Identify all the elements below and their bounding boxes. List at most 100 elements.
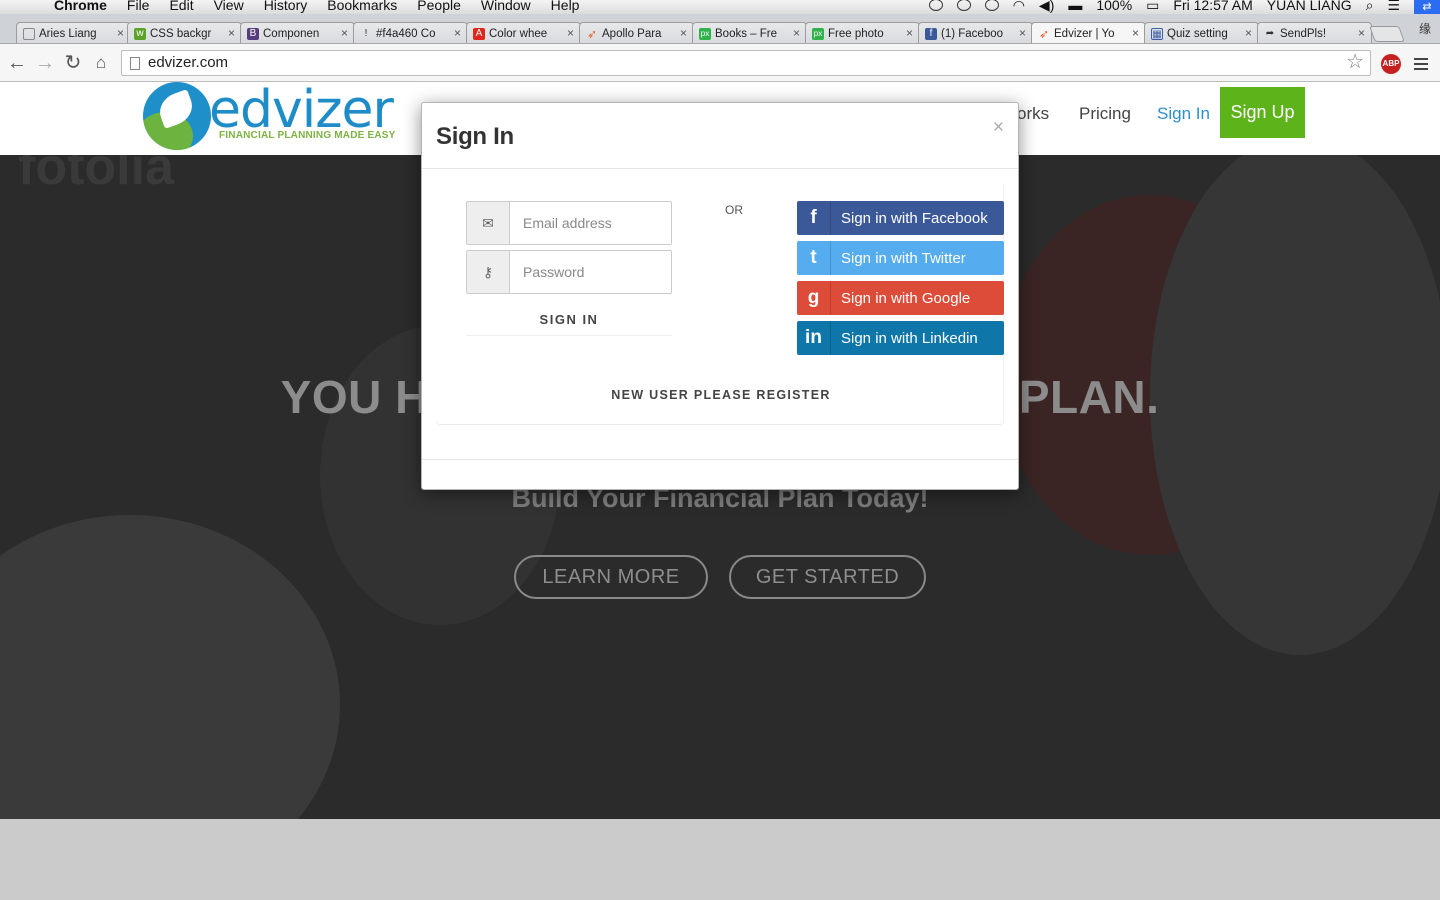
- status-icon[interactable]: [928, 0, 943, 11]
- key-icon: ⚷: [467, 251, 510, 293]
- back-arrow-icon[interactable]: ←: [6, 52, 28, 74]
- adblock-icon[interactable]: ABP: [1381, 54, 1401, 74]
- volume-icon[interactable]: ◀): [1039, 0, 1054, 14]
- close-tab-icon[interactable]: ×: [228, 26, 235, 40]
- browser-toolbar: ← → ↻ ⌂ edvizer.com ☆ ABP: [0, 44, 1440, 82]
- new-tab-button[interactable]: [1369, 26, 1405, 42]
- menu-people[interactable]: People: [417, 0, 461, 12]
- email-input[interactable]: [511, 202, 671, 244]
- twitter-label: Sign in with Twitter: [841, 249, 966, 267]
- google-sign-in-button[interactable]: g Sign in with Google: [797, 281, 1004, 315]
- menu-bookmarks[interactable]: Bookmarks: [327, 0, 397, 12]
- rocket-icon: ➶: [586, 26, 598, 41]
- clock[interactable]: Fri 12:57 AM: [1173, 0, 1252, 13]
- sign-up-button[interactable]: Sign Up: [1220, 87, 1305, 138]
- twitter-sign-in-button[interactable]: t Sign in with Twitter: [797, 241, 1004, 275]
- skype-icon[interactable]: [984, 0, 999, 11]
- battery-icon[interactable]: ▭: [1146, 0, 1159, 14]
- tab[interactable]: B Componen ×: [240, 22, 355, 43]
- menu-window[interactable]: Window: [481, 0, 531, 12]
- site-logo[interactable]: edvizer FINANCIAL PLANNING MADE EASY: [143, 80, 395, 154]
- hero-title-right: PLAN.: [1018, 371, 1160, 423]
- tab[interactable]: Aries Liang ×: [16, 22, 131, 43]
- tab[interactable]: px Books – Fre ×: [692, 22, 807, 43]
- tab[interactable]: ➶ Apollo Para ×: [579, 22, 694, 43]
- tab[interactable]: f (1) Faceboo ×: [918, 22, 1033, 43]
- rocket-icon: ➶: [1038, 26, 1050, 41]
- tab-title: Books – Fre: [715, 27, 777, 40]
- google-label: Sign in with Google: [841, 289, 971, 307]
- close-icon[interactable]: ×: [993, 117, 1004, 139]
- menu-edit[interactable]: Edit: [169, 0, 193, 12]
- linkedin-sign-in-button[interactable]: in Sign in with Linkedin: [797, 321, 1004, 355]
- nav-sign-in[interactable]: Sign In: [1157, 104, 1210, 124]
- tab-title: Color whee: [489, 27, 548, 40]
- envelope-icon: ✉: [467, 202, 510, 244]
- page-icon: [130, 57, 140, 70]
- close-tab-icon[interactable]: ×: [341, 26, 348, 40]
- address-bar[interactable]: edvizer.com ☆: [121, 50, 1371, 76]
- nav-pricing[interactable]: Pricing: [1079, 104, 1131, 124]
- tab[interactable]: w CSS backgr ×: [127, 22, 242, 43]
- menu-help[interactable]: Help: [551, 0, 580, 12]
- close-tab-icon[interactable]: ×: [454, 26, 461, 40]
- close-tab-icon[interactable]: ×: [1019, 26, 1026, 40]
- facebook-sign-in-button[interactable]: f Sign in with Facebook: [797, 201, 1004, 235]
- close-tab-icon[interactable]: ×: [117, 26, 124, 40]
- screen-share-icon[interactable]: ⇄: [1414, 0, 1440, 14]
- flag-icon[interactable]: ▬: [1068, 0, 1082, 13]
- reload-icon[interactable]: ↻: [62, 52, 84, 74]
- tab-active[interactable]: ➶ Edvizer | Yo ×: [1031, 22, 1146, 43]
- spotlight-icon[interactable]: ⌕: [1366, 0, 1374, 14]
- close-tab-icon[interactable]: ×: [1358, 26, 1365, 40]
- close-tab-icon[interactable]: ×: [1132, 26, 1139, 40]
- menu-view[interactable]: View: [214, 0, 244, 12]
- close-tab-icon[interactable]: ×: [793, 26, 800, 40]
- adobe-icon: A: [473, 27, 485, 40]
- modal-title: Sign In: [436, 123, 514, 150]
- bookmark-star-icon[interactable]: ☆: [1346, 50, 1364, 74]
- menu-file[interactable]: File: [127, 0, 150, 12]
- close-tab-icon[interactable]: ×: [567, 26, 574, 40]
- menubar-status-area: ◠ ◀) ▬ 100% ▭ Fri 12:57 AM YUAN LIANG ⌕ …: [928, 0, 1440, 14]
- px-icon: px: [699, 27, 711, 40]
- divider: [422, 459, 1018, 460]
- learn-more-button[interactable]: LEARN MORE: [514, 555, 708, 599]
- dropbox-icon[interactable]: [956, 0, 971, 11]
- linkedin-icon: in: [797, 321, 831, 355]
- profile-label[interactable]: 缘: [1410, 14, 1440, 43]
- register-link[interactable]: NEW USER PLEASE REGISTER: [422, 388, 1020, 402]
- email-field: ✉: [466, 201, 672, 245]
- menu-history[interactable]: History: [264, 0, 308, 12]
- close-tab-icon[interactable]: ×: [680, 26, 687, 40]
- close-tab-icon[interactable]: ×: [906, 26, 913, 40]
- chrome-menu-icon[interactable]: [1414, 58, 1428, 70]
- sign-in-modal: Sign In × ✉ ⚷ SIGN IN OR f Sign in with …: [421, 102, 1019, 490]
- watermark-text: fotolia: [18, 155, 174, 196]
- home-icon[interactable]: ⌂: [90, 52, 112, 74]
- nav-how-it-works[interactable]: orks: [1017, 104, 1049, 124]
- tab[interactable]: A Color whee ×: [466, 22, 581, 43]
- sign-in-button[interactable]: SIGN IN: [466, 303, 672, 336]
- tab[interactable]: ▦ Quiz setting ×: [1144, 22, 1259, 43]
- get-started-button[interactable]: GET STARTED: [729, 555, 926, 599]
- tab[interactable]: ➦ SendPls! ×: [1257, 22, 1372, 43]
- password-field: ⚷: [466, 250, 672, 294]
- tab[interactable]: px Free photo ×: [805, 22, 920, 43]
- wifi-icon[interactable]: ◠: [1013, 0, 1025, 14]
- or-separator: OR: [725, 203, 743, 217]
- divider: [422, 168, 1018, 169]
- url-text: edvizer.com: [148, 54, 229, 71]
- close-tab-icon[interactable]: ×: [1245, 26, 1252, 40]
- grid-icon: ▦: [1151, 27, 1163, 40]
- menu-app-chrome[interactable]: Chrome: [54, 0, 107, 12]
- hero-bg-shape: [0, 515, 340, 819]
- password-input[interactable]: [511, 251, 671, 293]
- share-icon: ➦: [1265, 27, 1275, 39]
- page-icon: [23, 27, 35, 40]
- notification-list-icon[interactable]: ☰: [1387, 0, 1400, 14]
- tab-title: Edvizer | Yo: [1054, 27, 1115, 40]
- forward-arrow-icon[interactable]: →: [34, 52, 56, 74]
- user-name[interactable]: YUAN LIANG: [1267, 0, 1352, 13]
- tab[interactable]: ! #f4a460 Co ×: [353, 22, 468, 43]
